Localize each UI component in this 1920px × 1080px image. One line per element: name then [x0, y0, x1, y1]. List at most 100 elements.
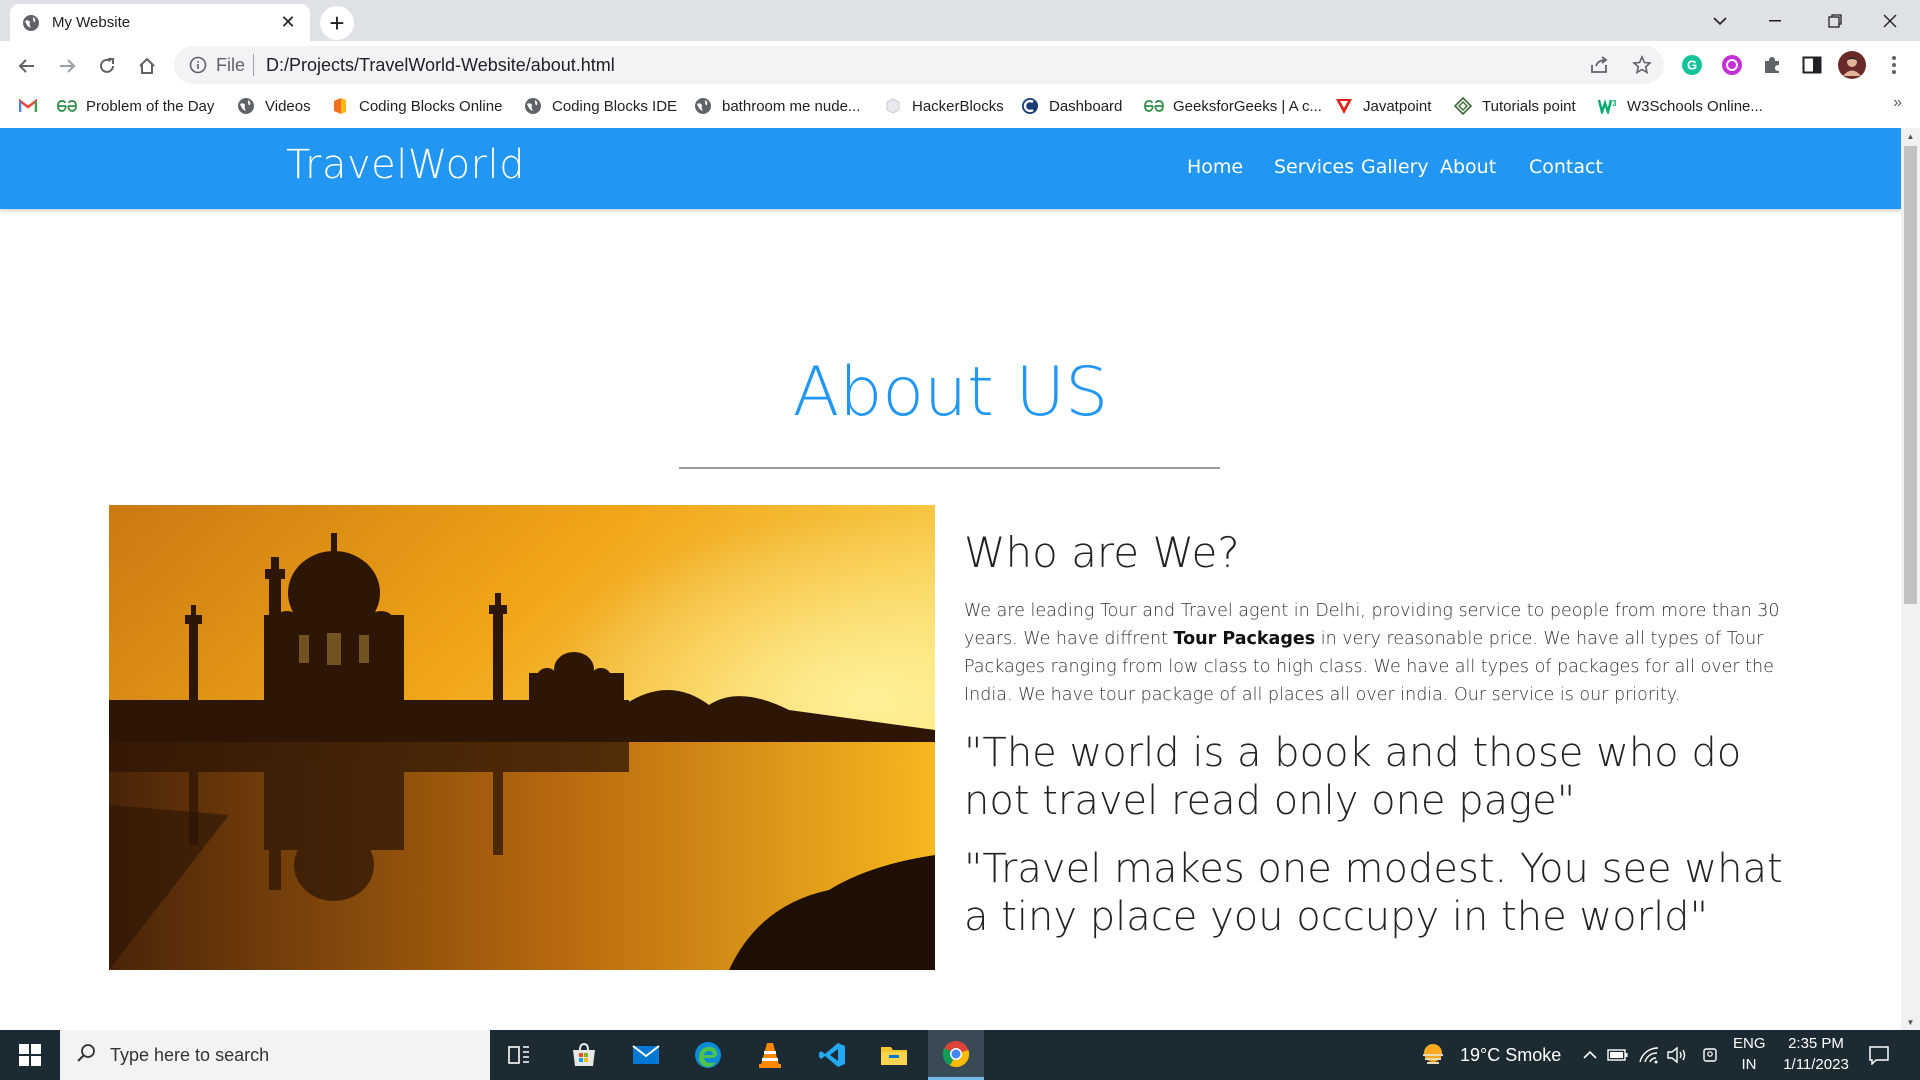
- taskbar-search-input[interactable]: Type here to search: [60, 1030, 490, 1080]
- windows-taskbar: Type here to search 19°C Smoke ENG IN 2:…: [0, 1030, 1920, 1080]
- site-info-icon[interactable]: [188, 55, 208, 75]
- bookmark-coding-blocks-ide[interactable]: Coding Blocks IDE: [523, 94, 677, 118]
- vscode-icon[interactable]: [804, 1030, 860, 1080]
- page-scrollbar[interactable]: ▲ ▼: [1901, 128, 1920, 1030]
- nav-about[interactable]: About: [1440, 156, 1496, 178]
- address-bar[interactable]: File D:/Projects/TravelWorld-Website/abo…: [174, 46, 1664, 84]
- chrome-taskbar-icon[interactable]: [928, 1030, 984, 1080]
- bookmark-label: Dashboard: [1049, 97, 1123, 115]
- bookmark-bathroom[interactable]: bathroom me nude...: [693, 94, 860, 118]
- bookmark-label: Problem of the Day: [86, 97, 215, 115]
- nav-home[interactable]: Home: [1187, 156, 1243, 178]
- bookmark-w3schools[interactable]: 3 W3Schools Online...: [1598, 94, 1763, 118]
- nav-gallery[interactable]: Gallery: [1361, 156, 1429, 178]
- bookmark-coding-blocks-online[interactable]: Coding Blocks Online: [330, 94, 502, 118]
- gfg-icon: [57, 96, 77, 116]
- nav-services[interactable]: Services: [1274, 156, 1354, 178]
- bookmark-dashboard[interactable]: Dashboard: [1020, 94, 1122, 118]
- bookmark-videos[interactable]: Videos: [236, 94, 311, 118]
- tab-strip: My Website ✕ +: [0, 0, 1920, 41]
- tab-title: My Website: [52, 14, 131, 31]
- mail-icon[interactable]: [618, 1030, 674, 1080]
- close-tab-icon[interactable]: ✕: [278, 12, 298, 33]
- grammarly-icon[interactable]: G: [1678, 51, 1706, 79]
- bookmark-gmail[interactable]: [18, 94, 47, 118]
- share-icon[interactable]: [1585, 50, 1615, 80]
- more-bookmarks-icon[interactable]: »: [1893, 94, 1902, 112]
- language-indicator[interactable]: ENG IN: [1733, 1035, 1766, 1073]
- who-are-we-heading: Who are We?: [964, 528, 1240, 577]
- svg-text:3: 3: [1612, 99, 1617, 108]
- browser-toolbar: File D:/Projects/TravelWorld-Website/abo…: [0, 41, 1920, 90]
- back-arrow-icon[interactable]: [10, 49, 44, 83]
- profile-avatar[interactable]: [1838, 51, 1866, 79]
- clock-date: 1/11/2023: [1783, 1056, 1849, 1073]
- file-explorer-icon[interactable]: [866, 1030, 922, 1080]
- taj-mahal-sunset-image: [109, 505, 935, 970]
- bookmark-label: Coding Blocks IDE: [552, 97, 678, 115]
- browser-tab[interactable]: My Website ✕: [10, 4, 310, 41]
- quote-2: "Travel makes one modest. You see what a…: [964, 846, 1783, 940]
- javatpoint-icon: [1334, 96, 1354, 116]
- reload-icon[interactable]: [90, 49, 124, 83]
- address-url[interactable]: D:/Projects/TravelWorld-Website/about.ht…: [266, 55, 615, 76]
- home-icon[interactable]: [130, 49, 164, 83]
- new-tab-button[interactable]: +: [320, 6, 354, 40]
- bookmark-problem-of-the-day[interactable]: Problem of the Day: [57, 94, 214, 118]
- notifications-icon[interactable]: [1868, 1044, 1890, 1066]
- quote-1: "The world is a book and those who do no…: [964, 730, 1742, 824]
- bookmark-hackerblocks[interactable]: HackerBlocks: [883, 94, 1004, 118]
- title-divider: [679, 467, 1220, 469]
- meet-now-icon[interactable]: [1700, 1044, 1722, 1066]
- vlc-icon[interactable]: [742, 1030, 798, 1080]
- globe-icon: [523, 96, 543, 116]
- w3schools-icon: 3: [1598, 96, 1618, 116]
- weather-haze-icon[interactable]: [1418, 1040, 1448, 1070]
- bookmark-geeksforgeeks[interactable]: GeeksforGeeks | A c...: [1144, 94, 1322, 118]
- volume-icon[interactable]: [1666, 1044, 1688, 1066]
- address-scheme: File: [216, 54, 246, 75]
- restore-button[interactable]: [1805, 0, 1865, 41]
- site-brand[interactable]: TravelWorld: [286, 142, 525, 188]
- wifi-icon[interactable]: [1638, 1044, 1660, 1066]
- site-navbar: TravelWorld Home Services Gallery About …: [0, 128, 1901, 209]
- search-icon: [76, 1043, 96, 1068]
- minimize-button[interactable]: [1745, 0, 1805, 41]
- bookmark-label: W3Schools Online...: [1627, 97, 1763, 115]
- windows-start-icon[interactable]: [0, 1030, 60, 1080]
- side-panel-icon[interactable]: [1798, 51, 1826, 79]
- scrollbar-thumb[interactable]: [1904, 146, 1917, 604]
- about-content: Who are We? We are leading Tour and Trav…: [964, 528, 1794, 941]
- purple-extension-icon[interactable]: [1718, 51, 1746, 79]
- bookmark-tutorials-point[interactable]: Tutorials point: [1453, 94, 1576, 118]
- battery-icon[interactable]: [1607, 1044, 1629, 1066]
- language-code: ENG: [1733, 1035, 1766, 1052]
- clock[interactable]: 2:35 PM 1/11/2023: [1776, 1035, 1856, 1073]
- scroll-down-icon[interactable]: ▼: [1901, 1014, 1920, 1030]
- edge-browser-icon[interactable]: [680, 1030, 736, 1080]
- nav-contact[interactable]: Contact: [1529, 156, 1603, 178]
- tab-search-icon[interactable]: [1690, 0, 1750, 41]
- task-view-icon[interactable]: [492, 1030, 548, 1080]
- bookmark-label: Javatpoint: [1363, 97, 1432, 115]
- tutorialspoint-icon: [1453, 96, 1473, 116]
- bookmark-label: Tutorials point: [1482, 97, 1576, 115]
- scroll-up-icon[interactable]: ▲: [1901, 128, 1920, 144]
- show-hidden-icons-chevron[interactable]: [1579, 1044, 1601, 1066]
- forward-arrow-icon[interactable]: [50, 49, 84, 83]
- extensions-puzzle-icon[interactable]: [1758, 51, 1786, 79]
- svg-text:G: G: [1687, 58, 1697, 73]
- more-menu-icon[interactable]: [1880, 51, 1908, 79]
- bookmark-label: Videos: [265, 97, 311, 115]
- tour-packages-highlight: Tour Packages: [1173, 629, 1316, 649]
- microsoft-store-icon[interactable]: [556, 1030, 612, 1080]
- gmail-icon: [18, 96, 38, 116]
- address-separator: [253, 54, 255, 76]
- weather-text[interactable]: 19°C Smoke: [1460, 1045, 1561, 1066]
- bookmark-javatpoint[interactable]: Javatpoint: [1334, 94, 1431, 118]
- hackerblocks-icon: [883, 96, 903, 116]
- coding-blocks-icon: [330, 96, 350, 116]
- bookmark-star-icon[interactable]: [1627, 50, 1657, 80]
- close-window-button[interactable]: [1860, 0, 1920, 41]
- region-code: IN: [1741, 1056, 1757, 1073]
